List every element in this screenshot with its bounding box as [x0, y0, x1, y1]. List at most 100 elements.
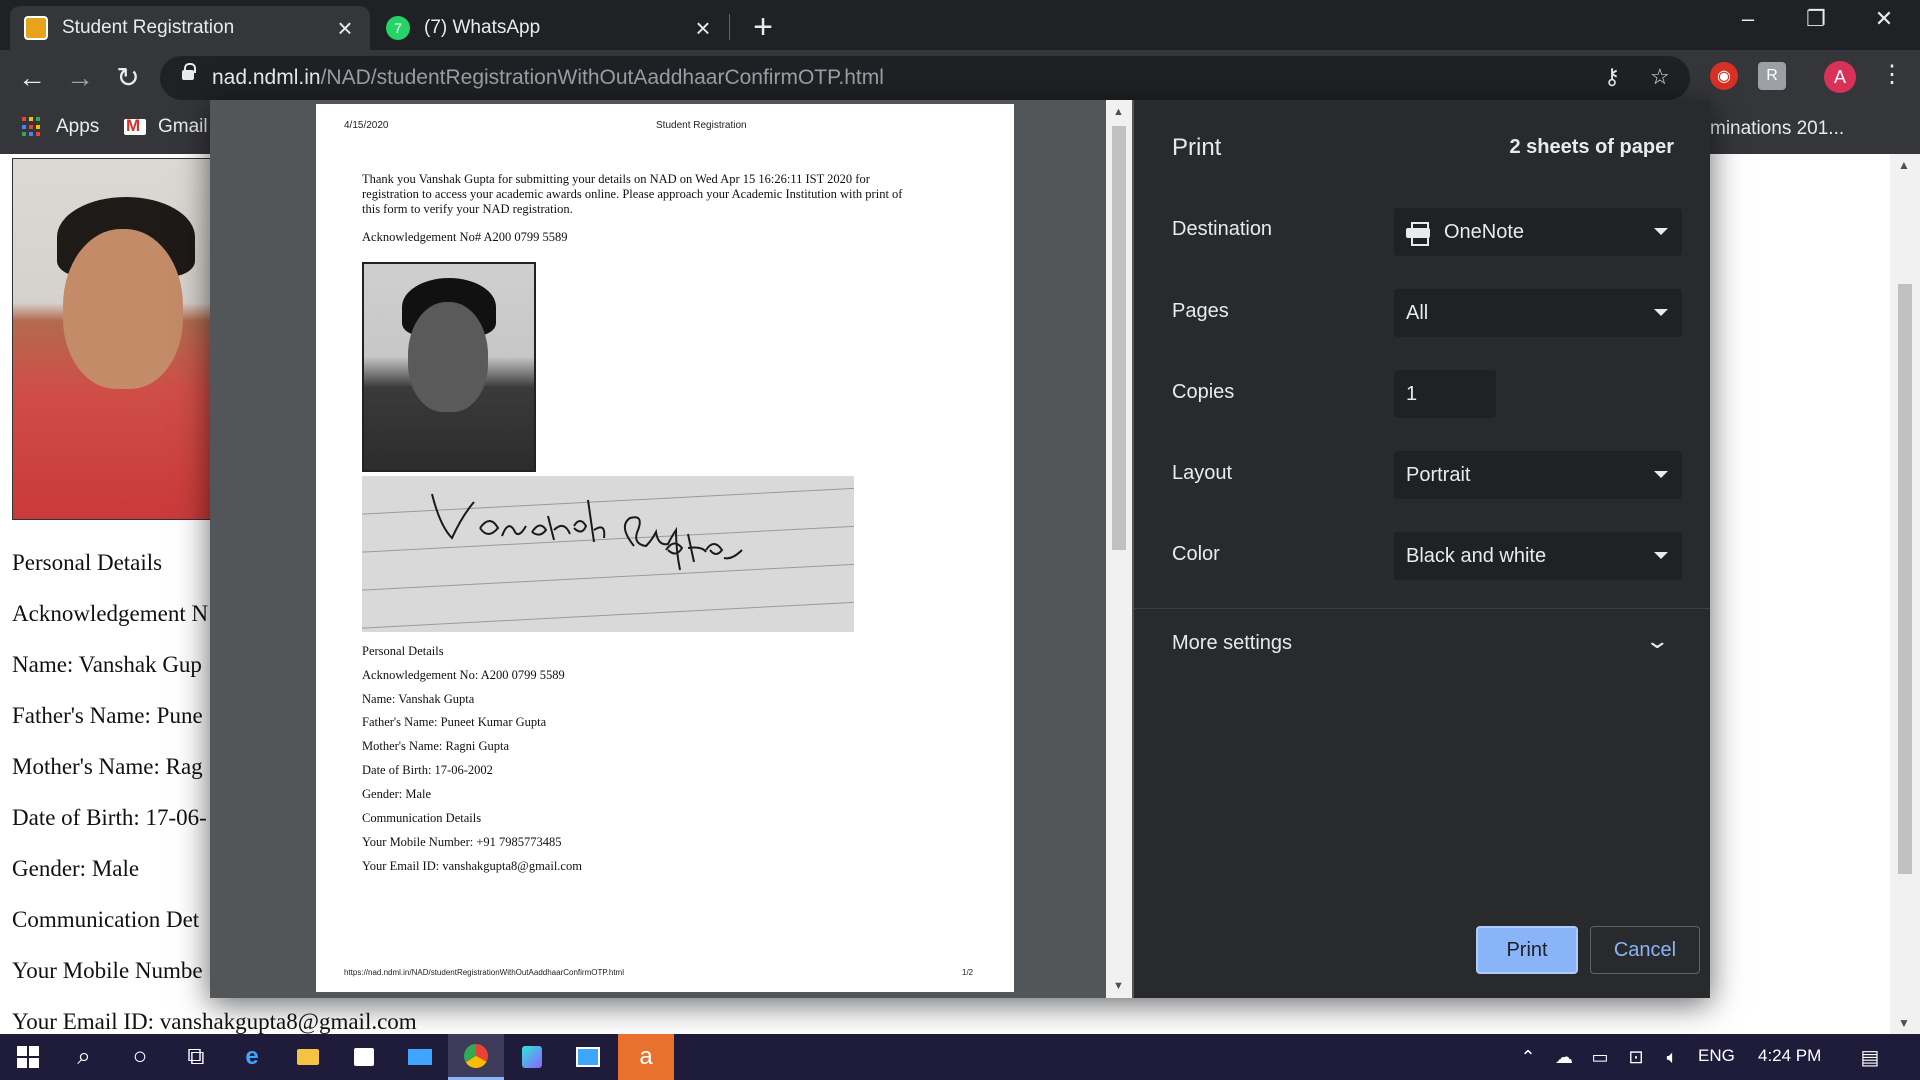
forward-arrow-icon[interactable]: →: [62, 60, 98, 96]
bg-text-line: Your Email ID: vanshakgupta8@gmail.com: [12, 1009, 417, 1034]
tab-student-registration[interactable]: Student Registration ×: [10, 6, 370, 50]
windows-taskbar: ⌕ ○ ⧉ e a ⌃ ☁ ▭ ⊡ 🔈︎ ENG 4:24 PM ▤: [0, 1034, 1920, 1080]
address-bar[interactable]: nad.ndml.in/NAD/studentRegistrationWithO…: [160, 56, 1690, 100]
key-icon[interactable]: ⚷: [1604, 64, 1620, 90]
scrollbar-thumb[interactable]: [1112, 126, 1126, 550]
bg-text-line: Date of Birth: 17-06-: [12, 805, 207, 830]
avast-icon[interactable]: a: [618, 1034, 674, 1080]
bookmark-label: Apps: [56, 116, 100, 137]
layout-value: Portrait: [1406, 463, 1471, 486]
restore-icon[interactable]: ❐: [1796, 6, 1836, 32]
page-scrollbar[interactable]: ▲ ▼: [1890, 154, 1920, 1034]
student-photo-grayscale: [362, 262, 536, 472]
preview-page: 4/15/2020 Student Registration Thank you…: [316, 104, 1014, 992]
detail-line: Your Email ID: vanshakgupta8@gmail.com: [362, 859, 582, 873]
apps-grid-icon: [22, 117, 42, 137]
extension-grey-icon[interactable]: R: [1758, 62, 1786, 90]
bg-text-line: Acknowledgement N: [12, 601, 209, 626]
destination-value: OneNote: [1444, 220, 1525, 243]
whatsapp-favicon-icon: 7: [386, 16, 410, 40]
app-teal-icon[interactable]: [504, 1034, 560, 1080]
bookmark-star-icon[interactable]: ☆: [1650, 64, 1670, 90]
volume-icon[interactable]: 🔈︎: [1644, 1034, 1700, 1080]
thanks-line: registration to access your academic awa…: [362, 187, 903, 201]
detail-line: Mother's Name: Ragni Gupta: [362, 739, 510, 753]
tab-strip: Student Registration × 7 (7) WhatsApp × …: [0, 0, 1920, 50]
cancel-button[interactable]: Cancel: [1590, 926, 1700, 974]
chevron-down-icon[interactable]: ⌄: [1644, 628, 1670, 654]
print-button[interactable]: Print: [1476, 926, 1578, 974]
search-icon[interactable]: ⌕: [56, 1034, 112, 1080]
pages-label: Pages: [1172, 300, 1229, 322]
tab-separator: [729, 14, 730, 40]
detail-line: Name: Vanshak Gupta: [362, 692, 475, 706]
tab-close-icon[interactable]: ×: [692, 13, 714, 44]
nad-favicon-icon: [24, 16, 48, 40]
tab-title: Student Registration: [62, 17, 235, 38]
chevron-down-icon: [1654, 228, 1668, 235]
print-settings-panel: Print 2 sheets of paper Destination OneN…: [1134, 100, 1710, 998]
chevron-down-icon: [1654, 552, 1668, 559]
store-icon[interactable]: [336, 1034, 392, 1080]
photos-icon[interactable]: [560, 1034, 616, 1080]
tab-close-icon[interactable]: ×: [334, 13, 356, 44]
pages-select[interactable]: All: [1394, 289, 1682, 337]
tab-title: (7) WhatsApp: [424, 17, 541, 38]
new-tab-icon[interactable]: +: [748, 8, 778, 47]
student-photo: [12, 158, 212, 520]
edge-icon[interactable]: e: [224, 1034, 280, 1080]
reload-icon[interactable]: ↻: [110, 60, 146, 96]
scroll-down-icon[interactable]: ▼: [1113, 980, 1124, 992]
color-value: Black and white: [1406, 544, 1547, 567]
bookmark-apps[interactable]: Apps: [22, 116, 99, 138]
chevron-down-icon: [1654, 309, 1668, 316]
scrollbar-thumb[interactable]: [1898, 284, 1912, 874]
bookmark-gmail[interactable]: Gmail: [124, 116, 208, 138]
page-footer-number: 1/2: [962, 968, 974, 977]
bookmark-truncated[interactable]: minations 201...: [1710, 118, 1844, 140]
copies-label: Copies: [1172, 381, 1235, 403]
file-explorer-icon[interactable]: [280, 1034, 336, 1080]
scroll-up-icon[interactable]: ▲: [1113, 106, 1124, 118]
back-arrow-icon[interactable]: ←: [14, 60, 50, 96]
bg-text-line: Father's Name: Pune: [12, 703, 203, 728]
signature-image: [362, 476, 854, 632]
lock-icon: [182, 63, 196, 80]
tab-whatsapp[interactable]: 7 (7) WhatsApp ×: [372, 6, 728, 50]
bg-text-line: Personal Details: [12, 550, 163, 575]
scroll-down-icon[interactable]: ▼: [1898, 1016, 1910, 1030]
page-header-title: Student Registration: [656, 120, 747, 131]
layout-select[interactable]: Portrait: [1394, 451, 1682, 499]
detail-line: Acknowledgement No: A200 0799 5589: [362, 668, 565, 682]
color-select[interactable]: Black and white: [1394, 532, 1682, 580]
layout-label: Layout: [1172, 462, 1233, 484]
preview-scrollbar[interactable]: ▲ ▼: [1106, 100, 1132, 998]
task-view-icon[interactable]: ⧉: [168, 1034, 224, 1080]
scroll-up-icon[interactable]: ▲: [1898, 158, 1910, 172]
acknowledgement-number: Acknowledgement No# A200 0799 5589: [362, 230, 568, 244]
close-window-icon[interactable]: ✕: [1864, 6, 1904, 32]
clock[interactable]: 4:24 PM: [1758, 1046, 1821, 1066]
chrome-menu-icon[interactable]: ⋮: [1880, 60, 1904, 89]
sheet-count: 2 sheets of paper: [1509, 136, 1674, 158]
copies-input[interactable]: 1: [1394, 370, 1496, 418]
pages-value: All: [1406, 301, 1429, 324]
printer-icon: [1406, 222, 1430, 246]
minimize-icon[interactable]: –: [1728, 6, 1768, 32]
more-settings-toggle[interactable]: More settings: [1172, 632, 1292, 655]
detail-line: Your Mobile Number: +91 7985773485: [362, 835, 562, 849]
mail-icon[interactable]: [392, 1034, 448, 1080]
cortana-icon[interactable]: ○: [112, 1034, 168, 1080]
destination-select[interactable]: OneNote: [1394, 208, 1682, 256]
language-indicator[interactable]: ENG: [1698, 1046, 1735, 1066]
profile-avatar[interactable]: A: [1824, 61, 1856, 93]
chrome-taskbar-icon[interactable]: [448, 1034, 504, 1080]
windows-start-icon[interactable]: [0, 1034, 56, 1080]
browser-toolbar: ← → ↻ nad.ndml.in/NAD/studentRegistratio…: [0, 50, 1920, 106]
thanks-line: this form to verify your NAD registratio…: [362, 202, 573, 216]
extension-red-icon[interactable]: ◉: [1710, 62, 1738, 90]
detail-line: Gender: Male: [362, 787, 432, 801]
bookmark-label: Gmail: [158, 116, 208, 137]
bg-text-line: Name: Vanshak Gup: [12, 652, 202, 677]
notifications-icon[interactable]: ▤: [1842, 1034, 1898, 1080]
